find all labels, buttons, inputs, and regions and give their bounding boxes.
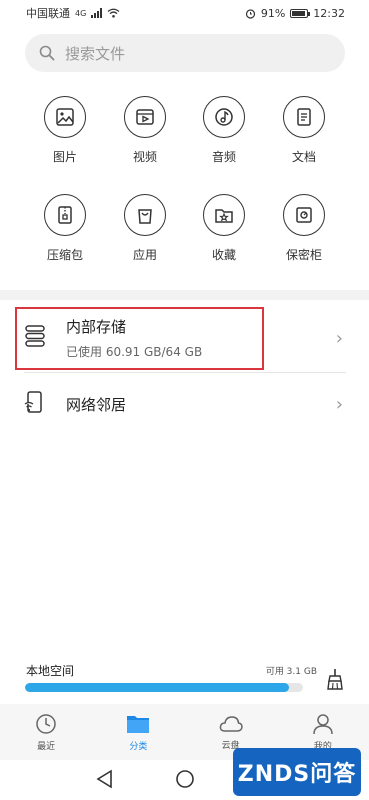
status-left: 中国联通 4G — [26, 5, 120, 21]
status-bar: 中国联通 4G 91% 12:32 — [0, 0, 369, 26]
tab-label: 最近 — [37, 741, 56, 752]
document-icon — [283, 96, 325, 138]
category-label: 应用 — [132, 248, 157, 262]
battery-icon — [290, 8, 311, 18]
folder-icon — [127, 715, 150, 733]
chevron-right-icon: › — [335, 393, 343, 415]
section-divider — [0, 290, 369, 300]
clock-icon — [36, 713, 56, 734]
signal-icon — [91, 8, 103, 18]
highlight-box — [15, 307, 264, 370]
category-documents[interactable]: 文档 — [264, 96, 344, 165]
battery-percent: 91% — [260, 6, 286, 20]
local-space-title: 本地空间 — [26, 664, 75, 678]
network-neighbors-item[interactable]: 网络邻居 › — [0, 376, 369, 432]
archive-icon — [44, 194, 86, 236]
image-icon — [44, 96, 86, 138]
search-bar[interactable]: 搜索文件 — [25, 34, 345, 72]
category-videos[interactable]: 视频 — [105, 96, 185, 165]
network-type: 4G — [75, 8, 87, 18]
category-audio[interactable]: 音频 — [184, 96, 264, 165]
category-images[interactable]: 图片 — [25, 96, 105, 165]
watermark-logo: ZNDS问答 — [233, 748, 361, 796]
home-circle-icon[interactable] — [175, 769, 195, 793]
category-apps[interactable]: 应用 — [105, 194, 185, 263]
category-label: 文档 — [291, 150, 316, 164]
clean-broom-icon[interactable] — [325, 668, 345, 694]
tab-label: 分类 — [129, 741, 148, 752]
tab-categories[interactable]: 分类 — [92, 704, 184, 760]
category-label: 音频 — [211, 150, 236, 164]
wifi-icon — [107, 8, 120, 18]
search-icon — [39, 45, 55, 61]
cloud-icon — [219, 715, 243, 732]
network-device-icon — [24, 390, 46, 418]
available-space: 可用 3.1 GB — [265, 667, 317, 677]
star-folder-icon — [203, 194, 245, 236]
safe-icon — [283, 194, 325, 236]
category-label: 压缩包 — [46, 248, 83, 262]
watermark-text: ZNDS问答 — [237, 762, 357, 787]
list-divider — [24, 372, 346, 373]
category-label: 图片 — [52, 150, 77, 164]
tab-recent[interactable]: 最近 — [0, 704, 92, 760]
category-favorites[interactable]: 收藏 — [184, 194, 264, 263]
video-icon — [124, 96, 166, 138]
category-archives[interactable]: 压缩包 — [25, 194, 105, 263]
network-title: 网络邻居 — [66, 395, 127, 414]
search-placeholder: 搜索文件 — [65, 44, 126, 63]
chevron-right-icon: › — [335, 327, 343, 349]
status-right: 91% 12:32 — [245, 7, 345, 20]
category-safe[interactable]: 保密柜 — [264, 194, 344, 263]
category-label: 视频 — [132, 150, 157, 164]
storage-progress-fill — [25, 683, 290, 692]
storage-progress-bar — [25, 683, 303, 692]
audio-icon — [203, 96, 245, 138]
app-bag-icon — [124, 194, 166, 236]
back-triangle-icon[interactable] — [96, 769, 114, 793]
local-space-panel: 本地空间 可用 3.1 GB — [0, 654, 369, 704]
network-text: 网络邻居 — [66, 394, 126, 415]
alarm-icon — [245, 8, 255, 19]
category-label: 收藏 — [211, 248, 236, 262]
category-label: 保密柜 — [285, 248, 322, 262]
carrier-label: 中国联通 — [26, 7, 70, 20]
person-icon — [313, 713, 333, 734]
clock-time: 12:32 — [313, 6, 345, 20]
